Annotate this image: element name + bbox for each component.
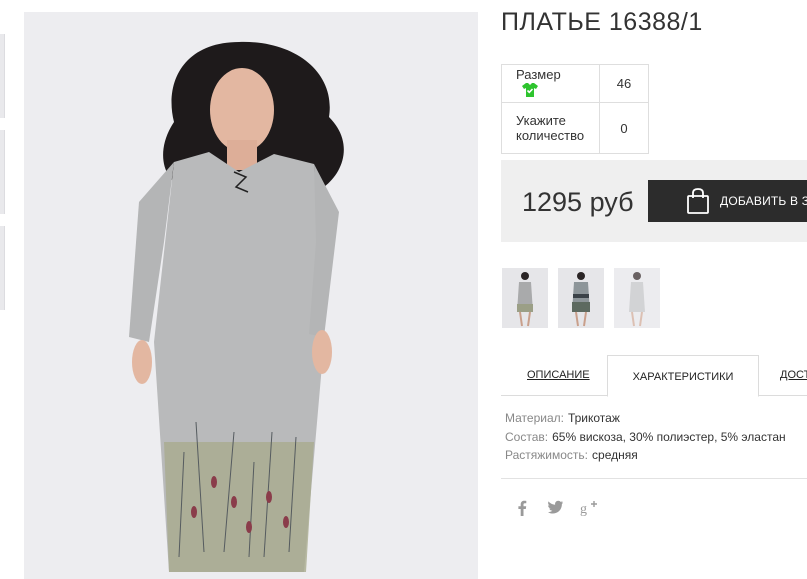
tab-description[interactable]: ОПИСАНИЕ <box>527 354 590 396</box>
add-to-cart-button[interactable]: ДОБАВИТЬ В ЗАКАЗ <box>648 180 807 222</box>
product-thumbnail[interactable] <box>614 268 660 328</box>
product-thumbnail[interactable] <box>558 268 604 328</box>
tab-description-label: ОПИСАНИЕ <box>527 369 590 381</box>
tab-characteristics[interactable]: ХАРАКТЕРИСТИКИ <box>607 355 759 397</box>
product-tabs: ОПИСАНИЕ ХАРАКТЕРИСТИКИ ДОСТАВКА <box>501 354 807 397</box>
divider <box>501 478 807 479</box>
characteristic-key: Растяжимость: <box>505 448 589 462</box>
characteristic-key: Материал: <box>505 411 564 425</box>
characteristic-row: Материал: Трикотаж <box>505 409 786 428</box>
facebook-icon[interactable] <box>517 500 527 516</box>
options-table: Размер 46 Укажите количество 0 <box>501 64 649 154</box>
size-chart-icon[interactable] <box>522 82 538 100</box>
characteristic-key: Состав: <box>505 429 549 444</box>
svg-text:g: g <box>580 502 587 516</box>
size-label: Размер <box>516 67 561 82</box>
twitter-icon[interactable] <box>548 500 563 516</box>
quantity-value[interactable]: 0 <box>599 102 649 154</box>
characteristic-value: средняя <box>592 448 638 462</box>
gallery-thumb[interactable] <box>0 130 5 214</box>
tab-delivery[interactable]: ДОСТАВКА <box>780 354 807 396</box>
gallery-strip <box>0 0 6 579</box>
characteristic-row: Растяжимость: средняя <box>505 446 786 465</box>
tab-characteristics-label: ХАРАКТЕРИСТИКИ <box>632 371 734 383</box>
characteristic-row: Состав: 65% вискоза, 30% полиэстер, 5% эл… <box>505 428 786 447</box>
google-plus-icon[interactable]: g <box>580 500 598 517</box>
size-value[interactable]: 46 <box>599 64 649 103</box>
shopping-bag-icon <box>686 188 710 219</box>
size-label-cell: Размер <box>501 64 600 103</box>
add-to-cart-label: ДОБАВИТЬ В ЗАКАЗ <box>720 194 807 208</box>
quantity-label: Укажите количество <box>501 102 600 154</box>
product-title: ПЛАТЬЕ 16388/1 <box>501 8 703 36</box>
product-price: 1295 руб <box>522 187 634 217</box>
tab-delivery-label: ДОСТАВКА <box>780 369 807 381</box>
characteristics-list: Материал: Трикотаж Состав: 65% вискоза, 30… <box>505 409 786 465</box>
price-box: 1295 руб ДОБАВИТЬ В ЗАКАЗ <box>501 160 807 242</box>
characteristic-value: 65% вискоза, 30% полиэстер, 5% эластан <box>552 429 786 444</box>
main-product-photo[interactable] <box>24 12 478 579</box>
gallery-thumb[interactable] <box>0 34 5 118</box>
gallery-thumb[interactable] <box>0 226 5 310</box>
characteristic-value: Трикотаж <box>567 411 620 425</box>
product-thumbnail[interactable] <box>502 268 548 328</box>
